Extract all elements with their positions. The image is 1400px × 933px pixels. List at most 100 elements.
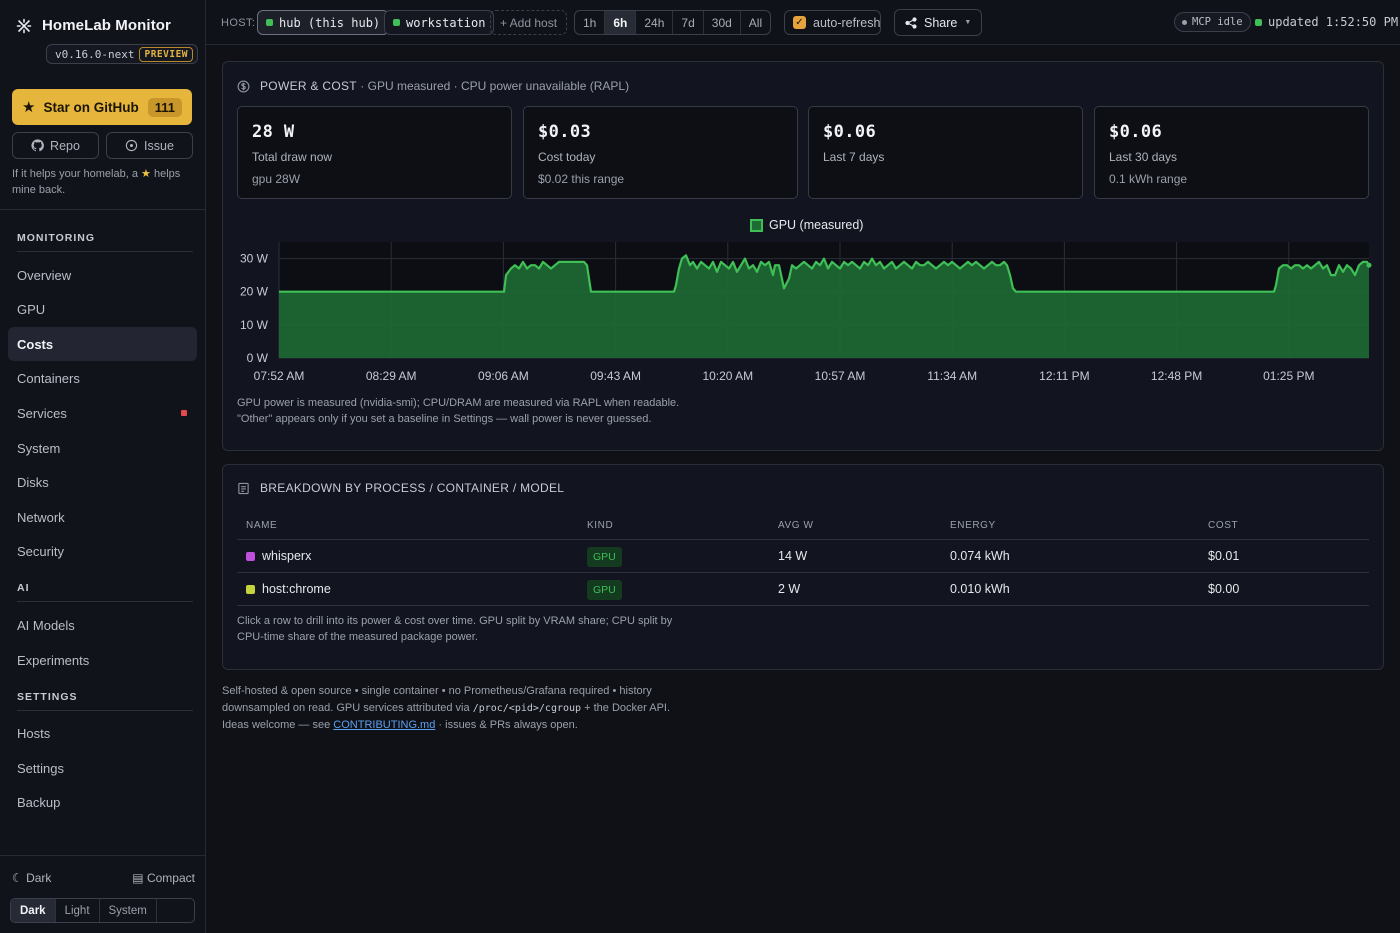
power-cost-subtitle: · GPU measured · CPU power unavailable (… <box>360 79 630 93</box>
sidebar-item-overview[interactable]: Overview <box>8 258 197 292</box>
host-chip-hub[interactable]: hub (this hub) <box>257 10 390 35</box>
brand[interactable]: HomeLab Monitor <box>16 17 171 34</box>
sidebar-divider <box>0 209 205 210</box>
sidebar-item-settings[interactable]: Settings <box>8 751 197 785</box>
host-chip-workstation[interactable]: workstation <box>384 10 495 35</box>
kind-badge: GPU <box>587 547 622 567</box>
range-24h[interactable]: 24h <box>636 11 674 34</box>
range-7d[interactable]: 7d <box>673 11 704 34</box>
sidebar-item-costs[interactable]: Costs <box>8 327 197 362</box>
row-energy: 0.010 kWh <box>950 582 1010 596</box>
footer: Self-hosted & open source • single conta… <box>222 683 670 734</box>
sidebar-item-disks[interactable]: Disks <box>8 466 197 500</box>
issue-icon <box>125 139 138 152</box>
sidebar-item-label: Containers <box>17 371 80 387</box>
stat-value: $0.03 <box>538 122 592 142</box>
logo-icon <box>16 18 32 33</box>
footer-line-2-pre: downsampled on read. GPU services attrib… <box>222 701 470 714</box>
sidebar-item-label: Overview <box>17 267 72 283</box>
dark-mode-toggle[interactable]: ☾ Dark <box>12 871 51 885</box>
repo-button[interactable]: Repo <box>12 132 99 159</box>
live-status-dot <box>1255 18 1262 26</box>
range-6h[interactable]: 6h <box>605 11 637 34</box>
sidebar-item-label: Network <box>17 509 65 525</box>
time-range-selector: 1h 6h 24h 7d 30d All <box>574 10 772 35</box>
sidebar-item-label: Hosts <box>17 726 51 742</box>
theme-option-dark[interactable]: Dark <box>11 899 56 922</box>
row-color-swatch <box>246 551 255 561</box>
sidebar-item-label: Costs <box>17 336 54 352</box>
stat-card-last-30-days: $0.06 Last 30 days 0.1 kWh range <box>1094 106 1369 199</box>
range-1h[interactable]: 1h <box>575 11 606 34</box>
legend-swatch <box>750 218 763 232</box>
stat-label: Last 7 days <box>823 150 885 164</box>
range-30d[interactable]: 30d <box>704 11 741 34</box>
breakdown-title: BREAKDOWN BY PROCESS / CONTAINER / MODEL <box>260 481 565 495</box>
power-note: GPU power is measured (nvidia-smi); CPU/… <box>237 397 680 425</box>
sidebar-item-containers[interactable]: Containers <box>8 362 197 396</box>
col-kind[interactable]: KIND <box>587 520 778 531</box>
sidebar-item-system[interactable]: System <box>8 431 197 465</box>
github-icon <box>31 139 44 152</box>
series-last-point <box>1366 262 1372 268</box>
row-avg: 2 W <box>778 582 801 596</box>
sidebar-item-ai-models[interactable]: AI Models <box>8 608 197 642</box>
stat-sub: gpu 28W <box>252 172 301 186</box>
kind-badge: GPU <box>587 580 622 600</box>
footer-code: /proc/<pid>/cgroup <box>472 702 582 714</box>
breakdown-table: NAME KIND AVG W ENERGY COST whisperx GPU… <box>237 511 1369 606</box>
host-status-dot <box>393 19 400 26</box>
footer-line-3-pre: Ideas welcome — see <box>222 719 331 731</box>
table-row[interactable]: whisperx GPU 14 W 0.074 kWh $0.01 <box>237 540 1369 573</box>
star-on-github-button[interactable]: ★ Star on GitHub 111 <box>12 89 192 125</box>
sidebar-item-experiments[interactable]: Experiments <box>8 643 197 677</box>
range-all[interactable]: All <box>741 11 770 34</box>
col-avg-w[interactable]: AVG W <box>778 520 950 531</box>
share-button[interactable]: Share ▼ <box>894 9 983 36</box>
sidebar-item-services[interactable]: Services <box>8 396 197 430</box>
stat-value: 28 W <box>252 122 295 142</box>
theme-option-system[interactable]: System <box>100 899 157 922</box>
list-icon <box>238 482 249 494</box>
sidebar-item-gpu[interactable]: GPU <box>8 293 197 327</box>
col-energy[interactable]: ENERGY <box>950 520 1208 531</box>
sidebar-item-label: AI Models <box>17 617 75 633</box>
sidebar-item-network[interactable]: Network <box>8 500 197 534</box>
sidebar-item-backup[interactable]: Backup <box>8 786 197 820</box>
sidebar-item-label: Security <box>17 544 64 560</box>
col-name[interactable]: NAME <box>237 520 587 531</box>
stat-value: $0.06 <box>823 122 877 142</box>
mcp-status-label: MCP idle <box>1192 16 1243 28</box>
compact-toggle[interactable]: ▤ Compact <box>132 871 195 885</box>
sidebar-item-hosts[interactable]: Hosts <box>8 717 197 751</box>
chevron-down-icon: ▼ <box>964 19 972 26</box>
breakdown-panel: BREAKDOWN BY PROCESS / CONTAINER / MODEL… <box>222 464 1384 670</box>
add-host-button[interactable]: + Add host <box>490 10 568 35</box>
theme-option-light[interactable]: Light <box>56 899 100 922</box>
breakdown-note: Click a row to drill into its power & co… <box>237 615 673 643</box>
power-cost-title: POWER & COST <box>260 79 357 93</box>
table-row[interactable]: host:chrome GPU 2 W 0.010 kWh $0.00 <box>237 573 1369 606</box>
issue-button[interactable]: Issue <box>106 132 193 159</box>
y-tick-label: 20 W <box>240 285 269 299</box>
mcp-status-dot <box>1182 19 1187 25</box>
auto-refresh-toggle[interactable]: ✓ auto-refresh <box>784 10 882 35</box>
sidebar-item-label: Experiments <box>17 652 90 668</box>
power-chart[interactable]: 0 W 10 W 20 W 30 W 07:52 AM 08:29 AM 09:06 AM 0… <box>223 240 1383 380</box>
sidebar-item-security[interactable]: Security <box>8 535 197 569</box>
compact-label: Compact <box>146 871 195 885</box>
alert-dot <box>181 410 187 417</box>
y-tick-label: 0 W <box>247 351 269 365</box>
star-count: 111 <box>147 97 182 117</box>
contributing-link[interactable]: CONTRIBUTING.md <box>333 719 435 731</box>
theme-row: ☾ Dark ▤ Compact <box>12 871 195 885</box>
footer-line-3: Ideas welcome — see CONTRIBUTING.md · is… <box>222 717 670 734</box>
chart-legend[interactable]: GPU (measured) <box>750 218 863 232</box>
x-tick-label: 10:57 AM <box>815 369 866 380</box>
x-tick-label: 08:29 AM <box>366 369 417 380</box>
row-color-swatch <box>246 584 255 594</box>
col-cost[interactable]: COST <box>1208 520 1369 531</box>
x-tick-label: 01:25 PM <box>1263 369 1314 380</box>
row-name: host:chrome <box>262 582 331 596</box>
sidebar-item-label: Services <box>17 405 67 421</box>
